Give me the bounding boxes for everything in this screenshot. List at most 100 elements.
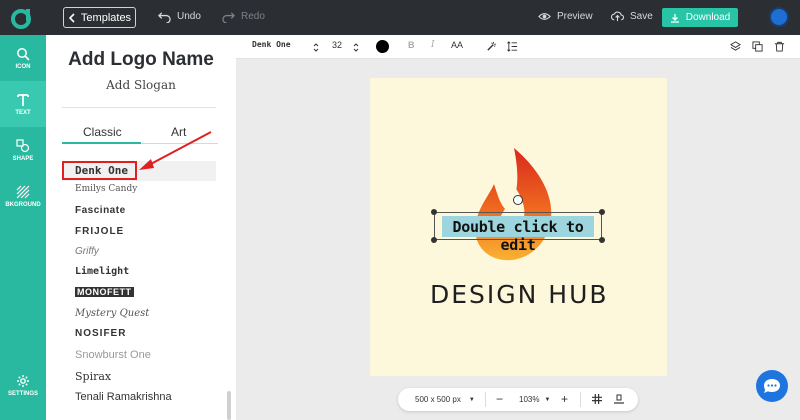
design-canvas[interactable]: Double click to edit DESIGN HUB — [370, 78, 667, 376]
layers-icon[interactable] — [730, 41, 741, 52]
bold-button[interactable]: B — [408, 40, 415, 50]
font-family-select[interactable]: Denk One — [252, 40, 291, 49]
rail-item-icon[interactable]: ICON — [0, 35, 46, 81]
resize-handle[interactable] — [431, 209, 437, 215]
text-case-label: AA — [451, 40, 464, 50]
eye-icon — [538, 13, 551, 20]
magic-wand-icon[interactable] — [486, 41, 497, 52]
resize-handle[interactable] — [431, 237, 437, 243]
download-icon — [670, 13, 679, 23]
rail-item-shape[interactable]: SHAPE — [0, 127, 46, 173]
cloud-upload-icon — [611, 11, 624, 22]
canvas-zoom-bar: 500 x 500 px ▼ − 103% ▼ + — [398, 388, 638, 411]
text-icon — [17, 93, 29, 106]
font-item-snowburst-one[interactable]: Snowburst One — [75, 349, 151, 361]
brand-name-text[interactable]: DESIGN HUB — [430, 280, 609, 309]
divider — [485, 392, 486, 407]
bold-label: B — [408, 40, 415, 50]
resize-handle[interactable] — [599, 237, 605, 243]
save-button[interactable]: Save — [611, 10, 653, 23]
resize-handle[interactable] — [599, 209, 605, 215]
text-toolbar: Denk One 32 B I AA — [236, 35, 800, 59]
divider — [62, 107, 216, 108]
rail-item-label: BKGROUND — [5, 201, 41, 208]
undo-button[interactable]: Undo — [158, 10, 201, 23]
download-label: Download — [685, 12, 731, 23]
text-color-swatch[interactable] — [376, 40, 389, 53]
templates-label: Templates — [80, 11, 132, 24]
selected-text-box[interactable]: Double click to edit — [434, 212, 602, 254]
canvas-size-select[interactable]: 500 x 500 px ▼ — [415, 395, 475, 404]
tab-classic[interactable]: Classic — [83, 125, 122, 139]
chat-button[interactable] — [756, 370, 788, 402]
line-spacing-icon[interactable] — [507, 41, 518, 52]
tool-rail: ICON TEXT SHAPE BKGROUND SETTINGS — [0, 35, 46, 420]
rail-item-label: SHAPE — [12, 155, 34, 162]
undo-label: Undo — [177, 11, 201, 22]
undo-icon — [158, 12, 171, 23]
font-item-spirax[interactable]: Spirax — [75, 370, 111, 383]
zoom-value: 103% — [519, 395, 540, 404]
save-label: Save — [630, 11, 653, 22]
zoom-in-button[interactable]: + — [561, 392, 568, 406]
rail-item-label: SETTINGS — [7, 390, 38, 397]
grid-icon[interactable] — [592, 394, 602, 404]
font-item-nosifer[interactable]: NOSIFER — [75, 328, 126, 339]
font-item-emilys-candy[interactable]: Emilys Candy — [75, 184, 137, 194]
align-center-icon[interactable] — [614, 394, 624, 404]
zoom-select[interactable]: 103% ▼ — [519, 395, 550, 404]
redo-button[interactable]: Redo — [222, 10, 265, 23]
font-size-value: 32 — [332, 40, 343, 50]
font-item-tenali-ramakrishna[interactable]: Tenali Ramakrishna — [75, 391, 172, 403]
preview-button[interactable]: Preview — [538, 10, 593, 23]
canvas-size-value: 500 x 500 px — [415, 395, 461, 404]
zoom-out-button[interactable]: − — [496, 392, 503, 406]
shapes-icon — [16, 138, 30, 152]
app-logo-icon[interactable] — [10, 7, 32, 29]
rail-item-text[interactable]: TEXT — [0, 81, 46, 127]
panel-scrollbar[interactable] — [227, 391, 231, 420]
add-logo-name-button[interactable]: Add Logo Name — [46, 49, 236, 71]
redo-icon — [222, 12, 235, 23]
top-bar: Templates Undo Redo Preview Save Downloa… — [0, 0, 800, 35]
font-size-select[interactable]: 32 — [332, 40, 342, 50]
rotate-handle-icon[interactable] — [513, 195, 523, 205]
redo-label: Redo — [241, 11, 265, 22]
chat-bubble-icon — [764, 379, 780, 393]
rail-item-settings[interactable]: SETTINGS — [0, 362, 46, 408]
text-case-button[interactable]: AA — [451, 40, 463, 50]
rail-item-label: ICON — [15, 63, 31, 70]
canvas-text[interactable]: Double click to edit — [435, 218, 601, 254]
annotation-highlight-box — [62, 161, 137, 180]
text-panel: Add Logo Name Add Slogan Classic Art Den… — [46, 35, 236, 420]
gear-icon — [17, 374, 29, 387]
preview-label: Preview — [557, 11, 593, 22]
duplicate-icon[interactable] — [752, 41, 763, 52]
zoom-out-label: − — [496, 392, 504, 406]
rail-item-background[interactable]: BKGROUND — [0, 173, 46, 219]
font-item-griffy[interactable]: Griffy — [75, 246, 99, 257]
chevron-down-icon: ▼ — [544, 396, 551, 403]
font-size-stepper-icon[interactable] — [353, 43, 359, 52]
templates-button[interactable]: Templates — [63, 7, 136, 28]
chevron-left-icon — [68, 12, 75, 23]
font-family-stepper-icon[interactable] — [313, 43, 319, 52]
italic-label: I — [431, 40, 435, 50]
trash-icon[interactable] — [774, 41, 785, 52]
zoom-in-label: + — [561, 392, 569, 406]
download-button[interactable]: Download — [662, 8, 738, 27]
italic-button[interactable]: I — [431, 40, 435, 50]
avatar[interactable] — [769, 7, 789, 27]
font-item-frijole[interactable]: FRIJOLE — [75, 226, 124, 237]
rail-item-label: TEXT — [15, 109, 31, 116]
divider — [580, 392, 581, 407]
add-slogan-button[interactable]: Add Slogan — [46, 78, 236, 92]
search-icon — [17, 47, 30, 61]
background-pattern-icon — [16, 185, 30, 198]
font-item-mystery-quest[interactable]: Mystery Quest — [75, 308, 149, 319]
font-item-limelight[interactable]: Limelight — [75, 266, 129, 277]
font-item-monofett[interactable]: MONOFETT — [75, 287, 134, 297]
tab-active-indicator — [62, 142, 141, 144]
chevron-down-icon: ▼ — [468, 396, 475, 403]
font-item-fascinate[interactable]: Fascinate — [75, 205, 126, 216]
